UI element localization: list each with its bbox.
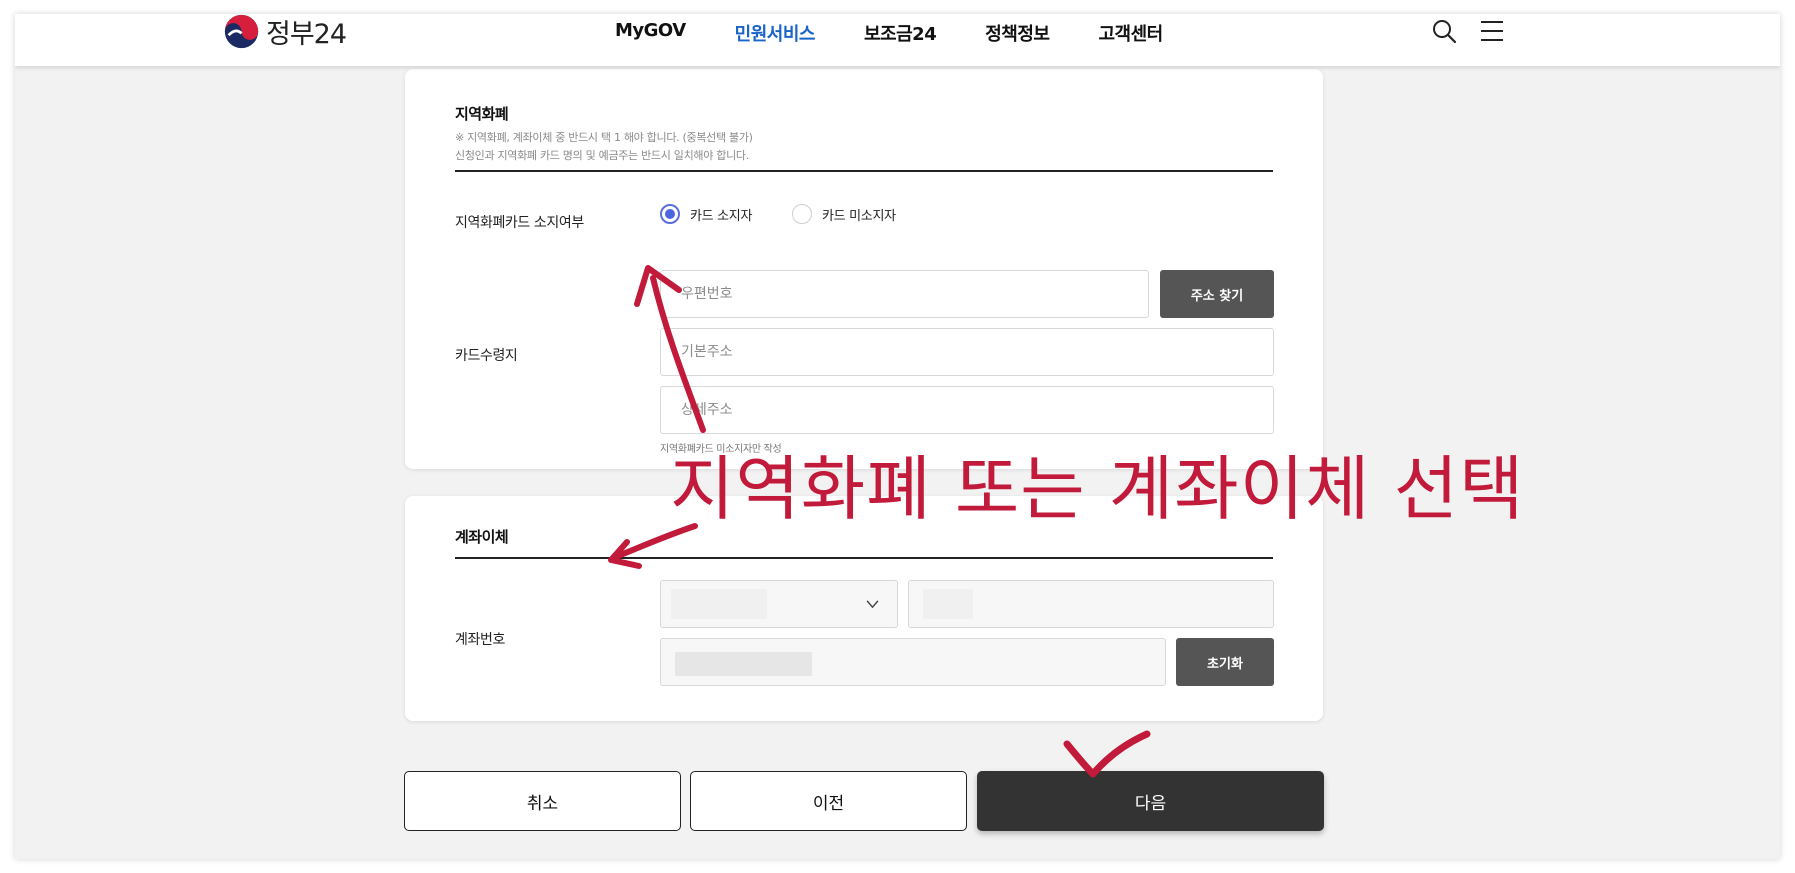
main-nav: MyGOV 민원서비스 보조금24 정책정보 고객센터 [615, 20, 1212, 46]
bank-select[interactable] [660, 580, 898, 628]
account-holder-redacted [923, 589, 973, 619]
section-divider [455, 557, 1273, 559]
card-address-label: 카드수령지 [455, 348, 518, 364]
nav-policy-info[interactable]: 정책정보 [985, 20, 1050, 46]
cancel-button[interactable]: 취소 [404, 771, 681, 831]
annotation-text: 지역화폐 또는 계좌이체 선택 [670, 448, 1525, 530]
account-number-label: 계좌번호 [455, 632, 505, 648]
site-logo[interactable]: 정부24 [223, 14, 347, 50]
previous-button[interactable]: 이전 [690, 771, 967, 831]
nav-subsidy24[interactable]: 보조금24 [864, 20, 937, 46]
checkmark-icon [1063, 730, 1151, 778]
account-holder-field[interactable] [908, 580, 1274, 628]
name-match-note: 신청인과 지역화폐 카드 명의 및 예금주는 반드시 일치해야 합니다. [455, 149, 749, 162]
card-ownership-label: 지역화폐카드 소지여부 [455, 215, 584, 231]
nav-customer-center[interactable]: 고객센터 [1098, 20, 1163, 46]
nav-civil-service[interactable]: 민원서비스 [735, 20, 816, 46]
browser-viewport: 정부24 MyGOV 민원서비스 보조금24 정책정보 고객센터 지역화폐 ※ … [15, 14, 1780, 859]
search-icon[interactable] [1431, 18, 1457, 44]
radio-card-owner-circle[interactable] [660, 204, 680, 224]
radio-card-owner-label: 카드 소지자 [690, 208, 753, 224]
account-number-redacted [675, 652, 812, 676]
postcode-input[interactable] [660, 270, 1149, 318]
local-currency-card: 지역화폐 ※ 지역화폐, 계좌이체 중 반드시 택 1 해야 합니다. (중복선… [405, 69, 1323, 469]
detail-address-input[interactable] [660, 386, 1274, 434]
account-number-field[interactable] [660, 638, 1166, 686]
section-divider [455, 170, 1273, 172]
logo-text: 정부24 [266, 19, 347, 50]
chevron-down-icon [866, 600, 879, 609]
radio-card-owner[interactable]: 카드 소지자 [660, 204, 752, 224]
find-address-button[interactable]: 주소 찾기 [1160, 270, 1274, 318]
bank-select-value-redacted [671, 589, 767, 619]
reset-button[interactable]: 초기화 [1176, 638, 1274, 686]
menu-icon[interactable] [1479, 18, 1505, 44]
next-button[interactable]: 다음 [977, 771, 1324, 831]
radio-card-non-owner[interactable]: 카드 미소지자 [792, 204, 896, 224]
radio-card-non-owner-circle[interactable] [792, 204, 812, 224]
site-header: 정부24 MyGOV 민원서비스 보조금24 정책정보 고객센터 [15, 14, 1780, 66]
radio-card-non-owner-label: 카드 미소지자 [822, 208, 896, 224]
local-currency-title: 지역화폐 [455, 105, 509, 123]
taegeuk-logo-icon [224, 14, 259, 49]
exclusive-choice-note: ※ 지역화폐, 계좌이체 중 반드시 택 1 해야 합니다. (중복선택 불가) [455, 131, 753, 144]
basic-address-input[interactable] [660, 328, 1274, 376]
nav-mygov[interactable]: MyGOV [615, 20, 686, 46]
bank-transfer-title: 계좌이체 [455, 528, 509, 546]
